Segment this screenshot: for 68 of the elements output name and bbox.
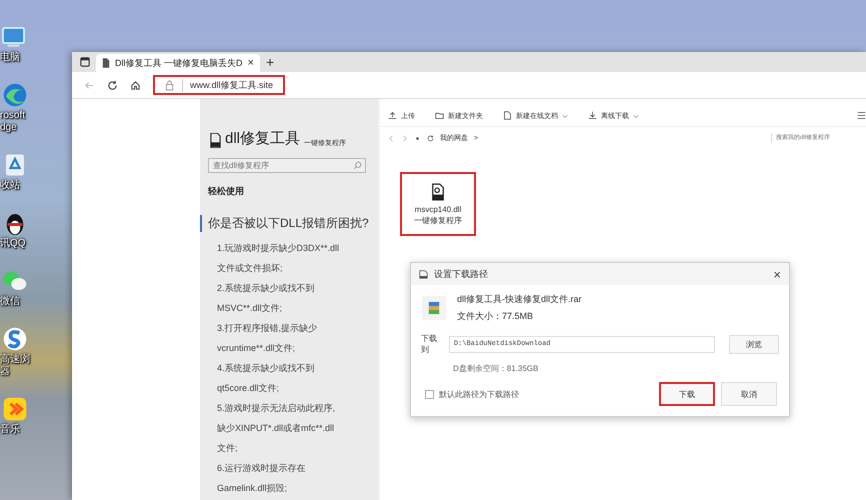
caret-icon — [633, 112, 639, 118]
error-list-line: vcruntime**.dll文件; — [216, 342, 296, 355]
file-caption: 一键修复程序 — [414, 214, 462, 226]
download-button[interactable]: 下载 — [659, 382, 715, 406]
desktop-icon-label: 微信 — [0, 296, 20, 308]
site-title: dll修复工具 — [225, 129, 300, 148]
error-list-line: 5.游戏时提示无法启动此程序, — [216, 402, 336, 415]
upload-icon — [388, 111, 397, 120]
search-icon[interactable] — [353, 161, 362, 170]
home-icon[interactable] — [130, 80, 141, 90]
menu-icon[interactable] — [857, 111, 866, 120]
url-text: www.dll修复工具.site — [182, 78, 274, 92]
section-heading: 轻松使用 — [208, 185, 244, 198]
cancel-button[interactable]: 取消 — [721, 382, 777, 406]
desktop-icon-label: 收站 — [0, 180, 20, 192]
new-tab-button[interactable]: + — [266, 54, 274, 70]
dot-icon — [414, 134, 421, 142]
close-tab-button[interactable]: × — [248, 57, 254, 69]
file-tile[interactable]: msvcp140.dll 一键修复程序 — [400, 172, 476, 236]
desktop-icon-label: dge — [0, 122, 17, 134]
desktop-icon-label: rosoft — [0, 110, 26, 122]
desktop-icon-label: 电脑 — [0, 52, 20, 64]
error-list-line: 2.系统提示缺少或找不到 — [216, 282, 315, 295]
error-list-line: 文件或文件损坏; — [216, 262, 283, 275]
refresh-icon[interactable] — [427, 134, 434, 142]
archive-icon — [421, 295, 447, 321]
dll-file-icon — [431, 182, 445, 200]
tab-title: Dll修复工具 一键修复电脑丢失D — [115, 56, 242, 70]
browse-button[interactable]: 浏览 — [729, 334, 779, 354]
file-size: 文件大小：77.5MB — [457, 310, 534, 323]
dialog-title: 设置下载路径 — [434, 268, 488, 280]
dll-file-icon — [210, 133, 221, 148]
caret-icon — [562, 112, 568, 118]
error-list-line: 6.运行游戏时提示存在 — [216, 462, 306, 475]
file-icon — [102, 58, 110, 68]
forward-icon[interactable] — [401, 134, 408, 142]
folder-icon — [435, 111, 444, 120]
address-bar[interactable]: www.dll修复工具.site — [153, 75, 286, 95]
error-list-line: 缺少XINPUT*.dll或者mfc**.dll — [216, 422, 334, 435]
desktop-icon-label: 音乐 — [0, 424, 20, 436]
error-list-line: 3.打开程序报错,提示缺少 — [216, 322, 318, 335]
desktop-icon-label: 高速浏 — [0, 354, 30, 366]
error-list-line: MSVC**.dll文件; — [216, 302, 282, 315]
error-list-line: qt5core.dll文件; — [216, 382, 280, 395]
back-icon[interactable] — [388, 134, 395, 142]
question-heading: 你是否被以下DLL报错所困扰? — [200, 215, 369, 232]
desktop-icon-label: 讯QQ — [0, 238, 26, 250]
back-icon[interactable] — [84, 80, 95, 90]
file-name: dll修复工具-快速修复dll文件.rar — [457, 293, 582, 306]
file-name: msvcp140.dll — [414, 204, 462, 214]
error-list-line: 文件; — [216, 442, 238, 455]
free-space-text: D盘剩余空间：81.35GB — [453, 363, 540, 374]
checkbox-label: 默认此路径为下载路径 — [439, 388, 519, 400]
error-list-line: Gamelink.dll损毁; — [216, 482, 288, 495]
checkbox[interactable] — [425, 390, 434, 398]
dialog-logo-icon — [419, 270, 428, 278]
error-list-line: 4.系统提示缺少或找不到 — [216, 362, 315, 375]
document-icon — [503, 111, 512, 120]
desktop-icon-label: 器 — [0, 366, 10, 378]
error-list-line: 1.玩游戏时提示缺少D3DX**.dll — [216, 242, 340, 255]
refresh-icon[interactable] — [107, 80, 118, 90]
search-field[interactable]: 查找dll修复程序 — [208, 158, 366, 173]
tab-actions-icon[interactable] — [80, 57, 90, 67]
close-button[interactable]: × — [773, 266, 781, 282]
browser-tab[interactable]: Dll修复工具 一键修复电脑丢失D × — [96, 54, 260, 72]
path-label: 下载到 — [421, 333, 438, 355]
lock-icon — [165, 80, 174, 90]
download-icon — [588, 111, 597, 120]
